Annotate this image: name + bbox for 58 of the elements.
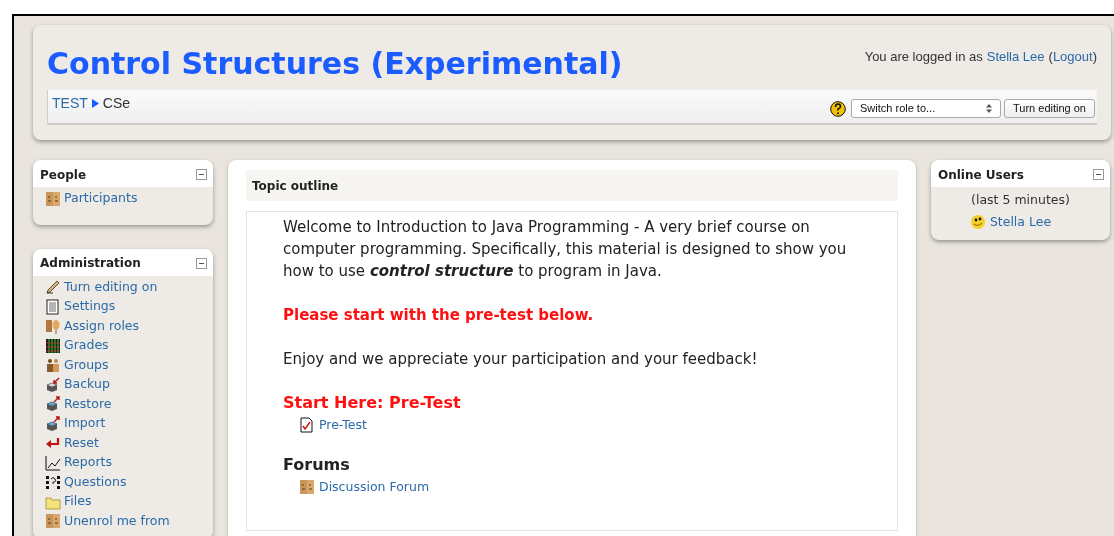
pencil-icon xyxy=(45,279,61,296)
breadcrumb-link[interactable]: TEST xyxy=(52,93,88,114)
block-link[interactable]: Reports xyxy=(64,453,112,473)
paren-text: ( xyxy=(1048,48,1053,66)
block-link[interactable]: Groups xyxy=(64,355,109,375)
section-header: Topic outline xyxy=(246,170,898,201)
paren-text: ) xyxy=(1092,48,1097,66)
question-dots-icon xyxy=(45,474,61,491)
block-link[interactable]: Import xyxy=(64,414,106,434)
section-heading: Start Here: Pre-Test xyxy=(283,392,462,414)
block-link[interactable]: Questions xyxy=(64,472,127,492)
block-link[interactable]: Grades xyxy=(64,336,109,356)
note-text: (last 5 minutes) xyxy=(971,191,1070,209)
block-link[interactable]: Assign roles xyxy=(64,316,140,336)
block-link[interactable]: Turn editing on xyxy=(64,277,158,297)
box-arrow-icon xyxy=(45,376,61,393)
collapse-icon xyxy=(1093,169,1104,180)
smiley-icon xyxy=(969,214,986,231)
page-title: Control Structures (Experimental) xyxy=(47,46,623,82)
block-link[interactable]: Restore xyxy=(64,394,112,414)
login-text: You are logged in as xyxy=(864,48,983,66)
role-select[interactable]: Switch role to... xyxy=(851,99,1001,118)
people-icon xyxy=(45,513,61,530)
block-link[interactable]: Files xyxy=(64,492,92,512)
user-link[interactable]: Stella Lee xyxy=(986,47,1045,67)
block-title: Online Users xyxy=(938,166,1024,184)
collapse-icon xyxy=(196,169,207,180)
paragraph: Enjoy and we appreciate your participation and your feedback! xyxy=(283,349,759,370)
checked-document-icon xyxy=(299,417,315,433)
grid-icon xyxy=(45,337,61,354)
people-icon xyxy=(299,479,315,495)
block-link[interactable]: Unenrol me from xyxy=(64,511,170,531)
activity-link[interactable]: Pre-Test xyxy=(319,415,367,435)
logout-link[interactable]: Logout xyxy=(1052,47,1093,67)
breadcrumb-current: CSe xyxy=(102,94,130,113)
section-heading: Forums xyxy=(283,454,351,476)
edit-button[interactable]: Turn editing on xyxy=(1004,99,1095,118)
collapse-icon xyxy=(196,257,207,269)
block-link[interactable]: Reset xyxy=(64,433,99,453)
people-icon xyxy=(45,190,61,207)
paragraph: Please start with the pre-test below. xyxy=(283,305,595,326)
help-icon xyxy=(830,100,846,117)
user-link[interactable]: Stella Lee xyxy=(989,212,1052,232)
box-arrow-icon xyxy=(45,415,61,432)
block-title: Administration xyxy=(40,255,141,272)
breadcrumb-arrow-icon xyxy=(91,99,99,108)
group-icon xyxy=(45,357,61,374)
box-arrow-icon xyxy=(45,396,61,413)
document-icon xyxy=(45,298,61,315)
activity-link[interactable]: Discussion Forum xyxy=(319,477,430,497)
block-link[interactable]: Backup xyxy=(64,375,110,395)
paragraph: Welcome to Introduction to Java Programming - A very brief course on computer programming. Specifically, this material is designed to show you how to use control structure to program in Java. xyxy=(283,217,848,282)
line-chart-icon xyxy=(45,454,61,471)
block-link[interactable]: Participants xyxy=(64,189,138,209)
updown-arrows-icon xyxy=(986,104,992,113)
person-icon xyxy=(45,318,61,335)
block-link[interactable]: Settings xyxy=(64,297,116,317)
block-title: People xyxy=(40,166,87,184)
